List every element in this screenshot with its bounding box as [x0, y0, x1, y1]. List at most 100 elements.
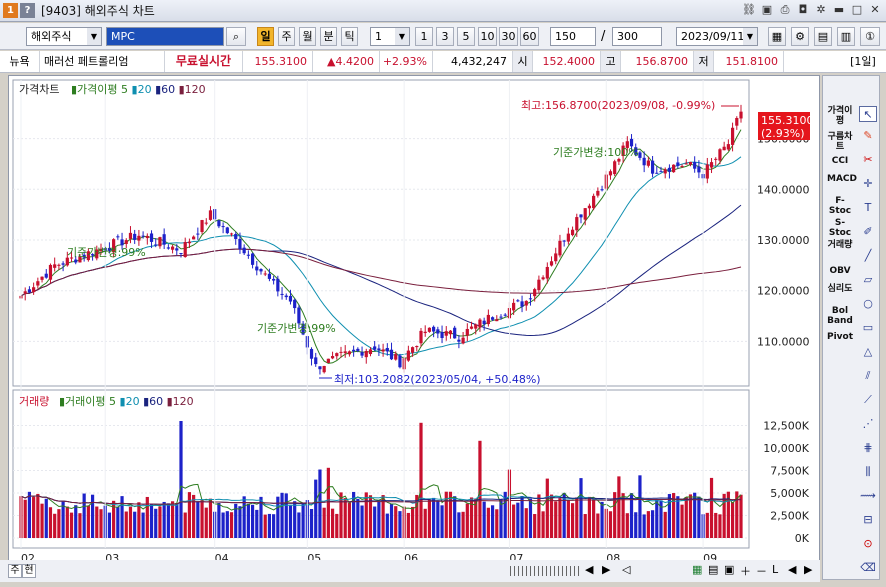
link-icon[interactable]: ⛓ [742, 3, 756, 17]
minimize-icon[interactable]: ▬ [832, 3, 846, 17]
gear-icon[interactable]: ⚙ [791, 27, 809, 46]
period-month-button[interactable]: 월 [299, 27, 316, 46]
candle-body [339, 351, 343, 353]
save-image-icon[interactable]: ▤ [708, 563, 718, 576]
ruler-icon[interactable]: ⊟ [859, 512, 877, 528]
interval-3-button[interactable]: 3 [436, 27, 454, 46]
zoom-icon[interactable]: ✎ [859, 128, 877, 144]
step-left-icon[interactable]: ◁ [622, 563, 630, 576]
period-tag[interactable]: [1일] [840, 51, 886, 72]
interval-5-button[interactable]: 5 [457, 27, 475, 46]
settings-icon[interactable]: ✲ [814, 3, 828, 17]
indicator-ma[interactable]: 가격이평 [827, 106, 853, 126]
period-week-button[interactable]: 주 [278, 27, 295, 46]
current-toggle[interactable]: 현 [22, 564, 36, 578]
excel-icon[interactable]: ▦ [692, 563, 702, 576]
maximize-icon[interactable]: □ [850, 3, 864, 17]
rect-tool-icon[interactable]: ▭ [859, 320, 877, 336]
stock-chart-svg[interactable]: 150.0000140.0000130.0000120.0000110.0000… [9, 76, 821, 581]
stock-name: 매러선 페트롤리엄 [40, 51, 165, 72]
indicator-cloud[interactable]: 구름차트 [827, 132, 853, 152]
period-minute-button[interactable]: 분 [320, 27, 337, 46]
text-tool-icon[interactable]: T [859, 200, 877, 216]
eraser-icon[interactable]: ⌫ [859, 560, 877, 576]
copy-icon[interactable]: ▣ [760, 3, 774, 17]
pattern-tool-icon[interactable]: ⟿ [859, 488, 877, 504]
indicator-pivot[interactable]: Pivot [827, 332, 853, 342]
volume-bar [221, 512, 225, 538]
volume-bar [318, 469, 322, 538]
realtime-label[interactable]: 무료실시간 [165, 51, 243, 72]
grid-tool-icon[interactable]: ⋕ [859, 440, 877, 456]
candle-body [158, 237, 162, 247]
count-input[interactable]: 150 [550, 27, 596, 46]
zoom-in-icon[interactable]: ＋ [740, 563, 751, 579]
print-icon[interactable]: ⎙ [778, 3, 792, 17]
date-select[interactable]: 2023/09/11 ▼ [676, 27, 758, 46]
triangle-tool-icon[interactable]: △ [859, 344, 877, 360]
channel-tool-icon[interactable]: ▱ [859, 272, 877, 288]
interval-10-button[interactable]: 10 [478, 27, 497, 46]
indicator-bollinger[interactable]: Bol Band [827, 306, 853, 326]
interval-30-button[interactable]: 30 [499, 27, 518, 46]
speed-line-icon[interactable]: ⟋ [859, 392, 877, 408]
indicator-psychology[interactable]: 심리도 [827, 284, 853, 294]
period-tick-button[interactable]: 틱 [341, 27, 358, 46]
next-icon[interactable]: ▶ [804, 563, 812, 576]
zoom-out-icon[interactable]: － [756, 563, 767, 579]
chevron-down-icon[interactable]: ▼ [395, 28, 409, 45]
indicator-macd[interactable]: MACD [827, 174, 857, 184]
calendar-icon[interactable]: ▦ [768, 27, 786, 46]
close-icon[interactable]: ✕ [868, 3, 882, 17]
scroll-right-icon[interactable]: ▶ [602, 563, 610, 576]
prev-icon[interactable]: ◀ [788, 563, 796, 576]
price-axis: 150.0000140.0000130.0000120.0000110.0000 [757, 133, 810, 349]
line-tool-icon[interactable]: ╱ [859, 248, 877, 264]
fibonacci-icon[interactable]: ⫽ [859, 368, 877, 384]
chart-area[interactable]: 150.0000140.0000130.0000120.0000110.0000… [8, 75, 820, 580]
market-select[interactable]: 해외주식 ▼ [26, 27, 102, 46]
help-icon[interactable]: ? [20, 3, 35, 18]
candle-body [448, 330, 453, 335]
candle-body [381, 349, 385, 352]
gann-icon[interactable]: ⋰ [859, 416, 877, 432]
symbol-input[interactable]: MPC [106, 27, 224, 46]
low-label: 저 [694, 51, 714, 72]
camera-icon[interactable]: ◘ [796, 3, 810, 17]
interval-60-button[interactable]: 60 [520, 27, 539, 46]
crosshair-icon[interactable]: ✛ [859, 176, 877, 192]
layout-icon[interactable]: ▥ [837, 27, 855, 46]
interval-select[interactable]: 1 ▼ [370, 27, 410, 46]
all-delete-icon[interactable]: ✂ [859, 152, 877, 168]
candle-body [461, 337, 465, 344]
last-icon[interactable]: L [772, 563, 778, 576]
indicator-obv[interactable]: OBV [827, 266, 853, 276]
cursor-icon[interactable]: ↖ [859, 106, 877, 122]
indicator-fstoc[interactable]: F-Stoc [827, 196, 853, 216]
scroll-left-icon[interactable]: ◀ [585, 563, 593, 576]
chevron-down-icon[interactable]: ▼ [87, 28, 101, 45]
circle-tool-icon[interactable]: ○ [859, 296, 877, 312]
copy-chart-icon[interactable]: ▣ [724, 563, 734, 576]
max-count-input[interactable]: 300 [612, 27, 662, 46]
candle-body [124, 240, 128, 244]
search-button[interactable]: ⌕ [226, 27, 246, 46]
indicator-volume[interactable]: 거래량 [827, 240, 853, 250]
cycle-tool-icon[interactable]: ⫼ [859, 464, 877, 480]
volume-tick-label: 2,500K [770, 510, 809, 523]
indicator-cci[interactable]: CCI [827, 156, 853, 166]
daily-tag-icon[interactable]: ① [860, 27, 880, 46]
period-day-button[interactable]: 일 [257, 27, 274, 46]
indicator-sstoc[interactable]: S-Stoc [827, 218, 853, 238]
week-toggle[interactable]: 주 [8, 564, 22, 578]
scroll-slider[interactable] [510, 566, 580, 576]
volume-bar [680, 504, 684, 538]
save-icon[interactable]: ▤ [814, 27, 832, 46]
pencil-icon[interactable]: ✐ [859, 224, 877, 240]
interval-1-button[interactable]: 1 [415, 27, 433, 46]
chevron-down-icon[interactable]: ▼ [743, 28, 757, 45]
window-number-badge[interactable]: 1 [3, 3, 18, 18]
candle-body [705, 164, 709, 179]
auto-icon[interactable]: ⊙ [859, 536, 877, 552]
candle-body [48, 264, 53, 280]
